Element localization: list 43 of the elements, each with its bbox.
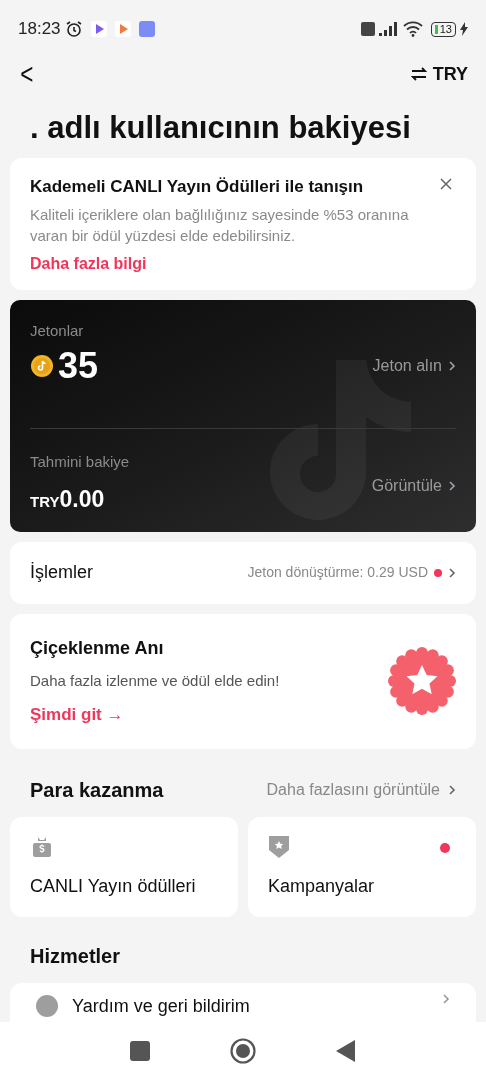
section-title: Hizmetler [29,943,122,969]
coins-label: Jetonlar [30,320,85,341]
coin-count: 35 [58,348,99,384]
promo-title: Çiçeklenme Anı [30,636,165,660]
help-row[interactable]: Yardım ve geri bildirim [10,982,476,1022]
swap-icon [410,67,427,81]
feature-tile[interactable]: Kampanyalar [248,816,476,917]
get-coins-button[interactable]: Jeton alın [372,354,456,378]
chevron-icon [448,783,456,796]
page-title: . adlı kullanıcının bakiyesi [29,109,412,147]
section-title: Para kazanma [30,777,164,803]
play-icon [114,21,131,37]
star-badge-icon [388,647,456,715]
home-icon[interactable] [230,1038,256,1064]
go-now-link[interactable]: Şimdi git → [30,702,280,728]
chevron-icon [448,479,456,492]
coin-icon [30,354,54,378]
charging-icon [460,22,468,36]
estimate-value: TRY0.00 [30,484,105,514]
chevron-icon [448,566,456,579]
chevron-icon [442,992,450,1005]
conversion-text: Jeton dönüştürme: 0.29 USD [247,563,428,582]
view-balance-button[interactable]: Görüntüle [371,473,456,498]
shield-star-icon [268,834,290,859]
signal-icon [378,22,399,36]
close-icon[interactable] [440,178,452,190]
estimate-label: Tahmini bakiye [30,452,131,472]
back-button[interactable]: < [20,59,34,89]
notice-text: Kaliteli içeriklere olan bağlılığınız sayesinde %53 oranına varan bir ödül yüzdesi elde edebilirsiniz. [30,204,410,246]
learn-more-link[interactable]: Daha fazla bilgi [30,251,456,276]
chevron-icon [448,360,456,372]
battery-indicator: 13 [430,21,456,37]
notice-title: Kademeli CANLI Yayın Ödülleri ile tanışın [30,176,364,198]
transactions-row[interactable]: İşlemler Jeton dönüştürme: 0.29 USD [10,541,476,604]
app-icon [138,21,155,37]
back-icon[interactable] [336,1040,356,1062]
wifi-icon [402,21,423,37]
feature-tile[interactable]: CANLI Yayın ödülleri [10,816,238,917]
clock-time: 18:23 [18,18,61,41]
alarm-icon [64,20,83,38]
play-icon [90,21,107,37]
promo-text: Daha fazla izlenme ve ödül elde edin! [30,670,280,691]
currency-button[interactable]: TRY [410,60,468,88]
